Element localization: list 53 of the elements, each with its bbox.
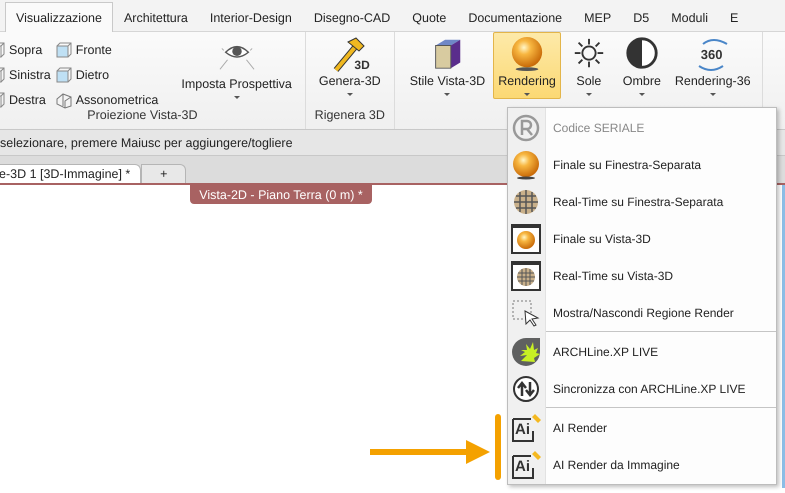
caret-icon <box>524 93 530 96</box>
view-title: Vista-2D - Piano Terra (0 m) * <box>190 185 372 204</box>
ribbon-button[interactable]: Ombre <box>616 32 667 99</box>
window-grid-icon <box>511 260 541 290</box>
registered-icon <box>511 112 541 142</box>
view-button[interactable]: Fronte <box>54 37 158 62</box>
menu-item[interactable]: Real-Time su Finestra-Separata <box>508 183 776 220</box>
caret-icon <box>234 96 240 99</box>
menu-item[interactable]: Finale su Vista-3D <box>508 220 776 257</box>
view-button[interactable]: Destra <box>0 87 51 112</box>
caret-icon <box>710 93 716 96</box>
ribbon-button[interactable]: Stile Vista-3D <box>404 32 490 99</box>
status-text: selezionare, premere Maiusc per aggiungere/togliere <box>0 136 293 150</box>
caret-icon <box>346 93 353 96</box>
menu-item[interactable]: Sincronizza con ARCHLine.XP LIVE <box>508 370 776 407</box>
ribbon-button[interactable]: 360 Rendering-36 <box>670 32 756 99</box>
menu-item[interactable]: Finale su Finestra-Separata <box>508 146 776 183</box>
ribbon-tab[interactable]: Visualizzazione <box>5 2 113 32</box>
ribbon-tab[interactable]: Interior-Design <box>198 3 303 31</box>
ribbon-button[interactable]: Rendering <box>493 32 561 99</box>
menu-item[interactable]: Ai AI Render <box>508 409 776 446</box>
ribbon-tab[interactable]: Moduli <box>660 3 720 31</box>
ribbon-button[interactable]: 3D Genera-3D <box>314 32 386 99</box>
group-label: Rigenera 3D <box>314 108 386 124</box>
ribbon-tab[interactable]: D5 <box>622 3 660 31</box>
menu-item[interactable]: Real-Time su Vista-3D <box>508 257 776 294</box>
caret-icon <box>638 93 645 96</box>
ribbon-tab[interactable]: Disegno-CAD <box>302 3 402 31</box>
ribbon-button[interactable]: Sole <box>564 32 614 99</box>
highlight-bar <box>495 414 501 480</box>
cube-icon <box>54 40 73 58</box>
ribbon-tab[interactable]: MEP <box>573 3 622 31</box>
selection-cursor-icon <box>511 298 541 328</box>
ribbon-button[interactable]: Imposta Prospettiva <box>176 35 297 102</box>
sphere-icon <box>511 150 541 180</box>
sync-arrows-icon <box>511 374 541 404</box>
view-button[interactable]: Sopra <box>0 37 51 62</box>
group-label: Proiezione Vista-3D <box>86 108 199 124</box>
menu-item[interactable]: ARCHLine.XP LIVE <box>508 333 776 370</box>
menu-item[interactable]: Mostra/Nascondi Regione Render <box>508 294 776 331</box>
ribbon-tab[interactable]: Quote <box>401 3 458 31</box>
leaf-icon <box>511 336 541 366</box>
house-icon <box>54 90 73 108</box>
cube-icon <box>54 66 73 84</box>
document-tab[interactable]: + <box>141 164 186 183</box>
menu-item[interactable]: Ai AI Render da Immagine <box>508 446 776 483</box>
caret-icon <box>444 93 450 96</box>
ribbon-tab[interactable]: Architettura <box>112 3 199 31</box>
ribbon-tab[interactable]: E <box>719 3 750 31</box>
view-button[interactable]: Dietro <box>54 62 158 87</box>
caret-icon <box>586 93 592 96</box>
view-button[interactable]: Sinistra <box>0 62 51 87</box>
ribbon-tab[interactable]: Documentazione <box>457 3 574 31</box>
